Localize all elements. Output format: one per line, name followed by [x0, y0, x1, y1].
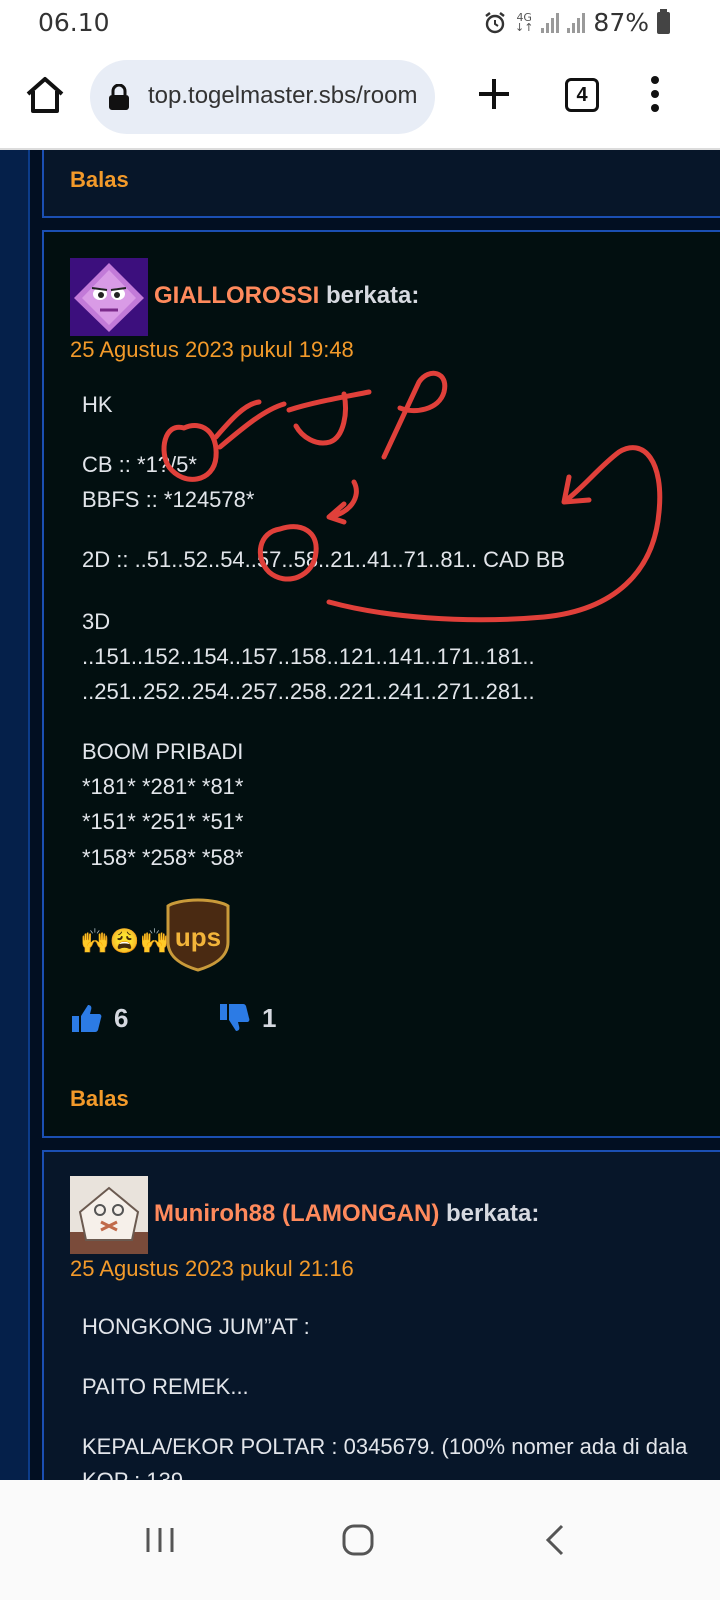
signal-icon [541, 12, 560, 33]
page-content: Balas GIALLOROSSI berkata: 25 Agustus 20… [0, 150, 720, 1480]
battery-percent: 87% [593, 8, 649, 37]
url-bar[interactable]: top.togelmaster.sbs/room [90, 60, 435, 134]
thumbs-up-icon [72, 1005, 102, 1032]
scribble-arrow-1 [213, 399, 287, 450]
author-says: berkata: [445, 1200, 540, 1227]
post-line: KOP : 139 [82, 1468, 183, 1480]
scribble-letter-j [286, 389, 372, 446]
post-line: ..151..152..154..157..158..121..141..171… [82, 644, 535, 669]
browser-toolbar: top.togelmaster.sbs/room 4 [0, 48, 720, 150]
dislike-button[interactable]: 1 [218, 1002, 276, 1034]
more-vert-icon[interactable] [648, 76, 662, 116]
author-name[interactable]: GIALLOROSSI [154, 282, 319, 309]
post-line: 3D [82, 609, 111, 634]
like-count: 6 [114, 1002, 129, 1033]
post-line: ..251..252..254..257..258..221..241..271… [82, 679, 535, 704]
scribble-arrow-2 [326, 479, 359, 525]
post-line: *181* *281* *81* [82, 774, 244, 799]
post-line: *151* *251* *51* [82, 809, 244, 834]
dislike-count: 1 [262, 1002, 277, 1033]
status-icons: 4G ↓↑ 87% [483, 8, 670, 37]
avatar-image [70, 1176, 148, 1254]
reply-link[interactable]: Balas [70, 1086, 129, 1112]
url-text: top.togelmaster.sbs/room [148, 82, 418, 109]
lock-icon [109, 84, 129, 110]
comment-card-previous: Balas [42, 150, 720, 218]
scribble-letter-p [381, 370, 448, 460]
comment-card: Muniroh88 (LAMONGAN) berkata: 25 Agustus… [42, 1150, 720, 1480]
post-line: BOOM PRIBADI [82, 739, 244, 764]
home-icon[interactable] [24, 74, 66, 116]
status-time: 06.10 [38, 8, 110, 37]
tabs-button[interactable]: 4 [565, 78, 599, 112]
comment-author: Muniroh88 (LAMONGAN) berkata: [154, 1200, 539, 1228]
post-line: HONGKONG JUM”AT : [82, 1314, 310, 1339]
scribble-long-arrow [326, 445, 663, 623]
thumbs-down-icon [220, 1004, 250, 1031]
emoji-reaction: 🙌😩🙌 [80, 928, 170, 955]
network-type-icon: 4G ↓↑ [514, 10, 534, 34]
svg-text:ups: ups [175, 922, 221, 952]
ups-badge-icon: ups [166, 898, 230, 972]
post-line: BBFS :: *124578* [82, 487, 255, 512]
system-nav-bar [0, 1480, 720, 1600]
status-bar: 06.10 4G ↓↑ 87% [0, 0, 720, 48]
signal-icon-2 [567, 12, 586, 33]
battery-icon [657, 8, 670, 34]
post-line: PAITO REMEK... [82, 1374, 249, 1399]
home-circle-icon[interactable] [328, 1510, 388, 1570]
reply-link[interactable]: Balas [70, 167, 129, 193]
new-tab-button[interactable] [476, 76, 512, 112]
post-line: KEPALA/EKOR POLTAR : 0345679. (100% nome… [82, 1434, 688, 1459]
post-date[interactable]: 25 Agustus 2023 pukul 21:16 [70, 1256, 354, 1282]
side-rail [0, 150, 30, 1480]
comment-card: GIALLOROSSI berkata: 25 Agustus 2023 puk… [42, 230, 720, 1138]
like-button[interactable]: 6 [70, 1002, 128, 1034]
post-line: CB :: *1?/5* [82, 452, 197, 477]
post-date[interactable]: 25 Agustus 2023 pukul 19:48 [70, 337, 354, 363]
back-icon[interactable] [526, 1510, 586, 1570]
recent-apps-icon[interactable] [130, 1510, 190, 1570]
comment-author: GIALLOROSSI berkata: [154, 282, 419, 310]
post-line: 2D :: ..51..52..54..57..58..21..41..71..… [82, 547, 566, 572]
avatar-image [70, 258, 148, 336]
post-line: HK [82, 392, 113, 417]
avatar [70, 258, 148, 336]
author-says: berkata: [326, 282, 420, 309]
post-line: *158* *258* *58* [82, 845, 244, 870]
svg-text:JP: JP [334, 436, 337, 438]
avatar [70, 1176, 148, 1254]
alarm-icon [485, 11, 505, 33]
author-name[interactable]: Muniroh88 (LAMONGAN) [154, 1200, 439, 1227]
